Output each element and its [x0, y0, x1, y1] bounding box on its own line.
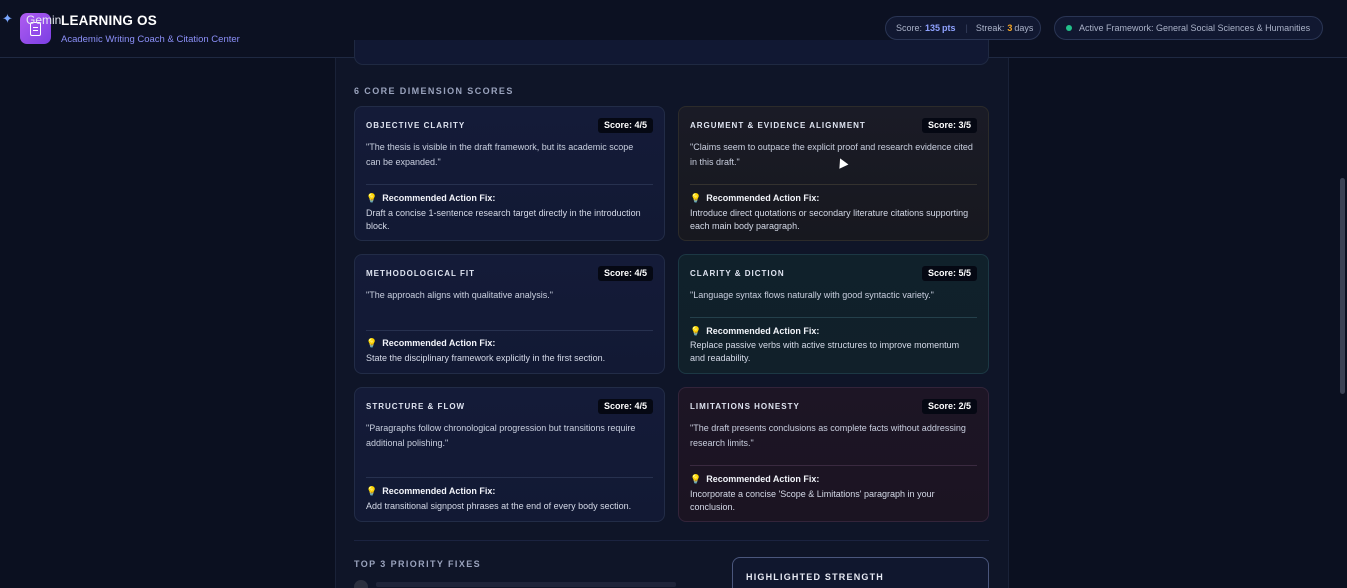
dimension-card-structure-flow: STRUCTURE & FLOW Score: 4/5 "Paragraphs …: [354, 387, 665, 522]
dimension-name: ARGUMENT & EVIDENCE ALIGNMENT: [690, 121, 866, 130]
score-label: Score:: [896, 23, 923, 33]
previous-card: [354, 40, 989, 65]
score-badge: Score: 2/5: [921, 399, 977, 414]
score-badge: Score: 3/5: [921, 118, 977, 133]
dimension-feedback: "The thesis is visible in the draft fram…: [366, 142, 634, 167]
priority-fix-item: [354, 578, 684, 588]
streak-label: Streak:: [975, 23, 1005, 33]
section-divider: [354, 540, 989, 541]
card-divider: [690, 317, 977, 318]
lightbulb-icon: 💡: [366, 338, 378, 348]
app-title: LEARNING OS: [61, 13, 157, 28]
score-unit: pts: [942, 23, 956, 33]
fix-title: 💡 Recommended Action Fix:: [366, 338, 496, 348]
fix-title: 💡 Recommended Action Fix:: [366, 486, 496, 496]
scrollbar-thumb[interactable]: [1340, 178, 1345, 394]
lightbulb-icon: 💡: [690, 193, 702, 203]
active-framework-pill[interactable]: Active Framework: General Social Science…: [1054, 16, 1323, 40]
dimension-feedback: "The draft presents conclusions as compl…: [690, 423, 966, 448]
dimension-name: CLARITY & DICTION: [690, 269, 785, 278]
dimension-card-objective-clarity: OBJECTIVE CLARITY Score: 4/5 "The thesis…: [354, 106, 665, 241]
card-divider: [690, 465, 977, 466]
stats-separator: |: [965, 23, 968, 33]
dimension-name: LIMITATIONS HONESTY: [690, 402, 800, 411]
priority-fix-text: [376, 582, 676, 587]
highlighted-strength-card: HIGHLIGHTED STRENGTH: [732, 557, 989, 588]
score-badge: Score: 4/5: [597, 118, 653, 133]
fix-text: Draft a concise 1-sentence research targ…: [366, 208, 641, 231]
fix-text: Incorporate a concise 'Scope & Limitatio…: [690, 489, 935, 512]
sparkle-icon: ✦: [2, 11, 13, 26]
lightbulb-icon: 💡: [366, 486, 378, 496]
lightbulb-icon: 💡: [366, 193, 378, 203]
fix-title: 💡 Recommended Action Fix:: [690, 474, 820, 484]
priority-number-badge: [354, 580, 368, 588]
card-divider: [366, 330, 653, 331]
fix-text: Add transitional signpost phrases at the…: [366, 501, 632, 511]
dimension-card-limitations-honesty: LIMITATIONS HONESTY Score: 2/5 "The draf…: [678, 387, 989, 522]
dimension-scores-title: 6 CORE DIMENSION SCORES: [354, 86, 514, 96]
stats-pill: Score: 135 pts | Streak: 3 days: [885, 16, 1041, 40]
active-framework-label: Active Framework: General Social Science…: [1079, 23, 1311, 33]
app-subtitle: Academic Writing Coach & Citation Center: [61, 34, 240, 45]
dimension-name: OBJECTIVE CLARITY: [366, 121, 466, 130]
dimension-name: METHODOLOGICAL FIT: [366, 269, 475, 278]
score-badge: Score: 4/5: [597, 399, 653, 414]
streak-unit: days: [1014, 23, 1034, 33]
score-badge: Score: 4/5: [597, 266, 653, 281]
fix-title: 💡 Recommended Action Fix:: [690, 193, 820, 203]
fix-text: Introduce direct quotations or secondary…: [690, 208, 969, 231]
dimension-feedback: "The approach aligns with qualitative an…: [366, 290, 553, 300]
lightbulb-icon: 💡: [690, 326, 702, 336]
card-divider: [366, 184, 653, 185]
dimension-card-methodological-fit: METHODOLOGICAL FIT Score: 4/5 "The appro…: [354, 254, 665, 374]
fix-text: Replace passive verbs with active struct…: [690, 340, 960, 363]
dimension-feedback: "Claims seem to outpace the explicit pro…: [690, 142, 973, 167]
fix-title: 💡 Recommended Action Fix:: [690, 326, 820, 336]
lightbulb-icon: 💡: [690, 474, 702, 484]
dimension-card-argument-evidence: ARGUMENT & EVIDENCE ALIGNMENT Score: 3/5…: [678, 106, 989, 241]
score-badge: Score: 5/5: [921, 266, 977, 281]
dimension-card-clarity-diction: CLARITY & DICTION Score: 5/5 "Language s…: [678, 254, 989, 374]
dimension-feedback: "Paragraphs follow chronological progres…: [366, 423, 636, 448]
card-divider: [366, 477, 653, 478]
priority-fixes-title: TOP 3 PRIORITY FIXES: [354, 559, 482, 569]
streak-value: 3: [1007, 23, 1013, 33]
gemini-label: Gemini: [26, 13, 65, 27]
dimension-feedback: "Language syntax flows naturally with go…: [690, 290, 934, 300]
status-dot-icon: [1066, 25, 1072, 31]
fix-text: State the disciplinary framework explici…: [366, 353, 606, 363]
dimension-name: STRUCTURE & FLOW: [366, 402, 466, 411]
highlighted-strength-title: HIGHLIGHTED STRENGTH: [746, 572, 884, 582]
score-value: 135: [925, 23, 941, 33]
fix-title: 💡 Recommended Action Fix:: [366, 193, 496, 203]
card-divider: [690, 184, 977, 185]
